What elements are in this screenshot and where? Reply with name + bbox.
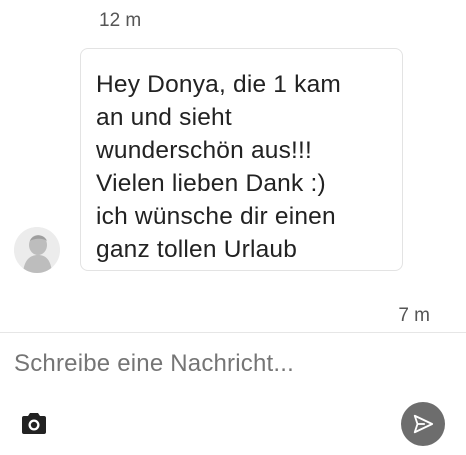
last-message-timestamp: 7 m <box>398 305 430 326</box>
camera-icon <box>22 413 46 434</box>
person-silhouette-icon <box>14 227 60 273</box>
composer-divider <box>0 332 466 333</box>
message-input[interactable] <box>14 346 434 382</box>
message-bubble: Hey Donya, die 1 kam an und sieht wunder… <box>80 48 403 271</box>
send-icon <box>413 414 434 434</box>
avatar[interactable] <box>14 227 60 273</box>
camera-button[interactable] <box>22 412 46 434</box>
send-button[interactable] <box>401 402 445 446</box>
message-timestamp: 12 m <box>99 10 142 31</box>
